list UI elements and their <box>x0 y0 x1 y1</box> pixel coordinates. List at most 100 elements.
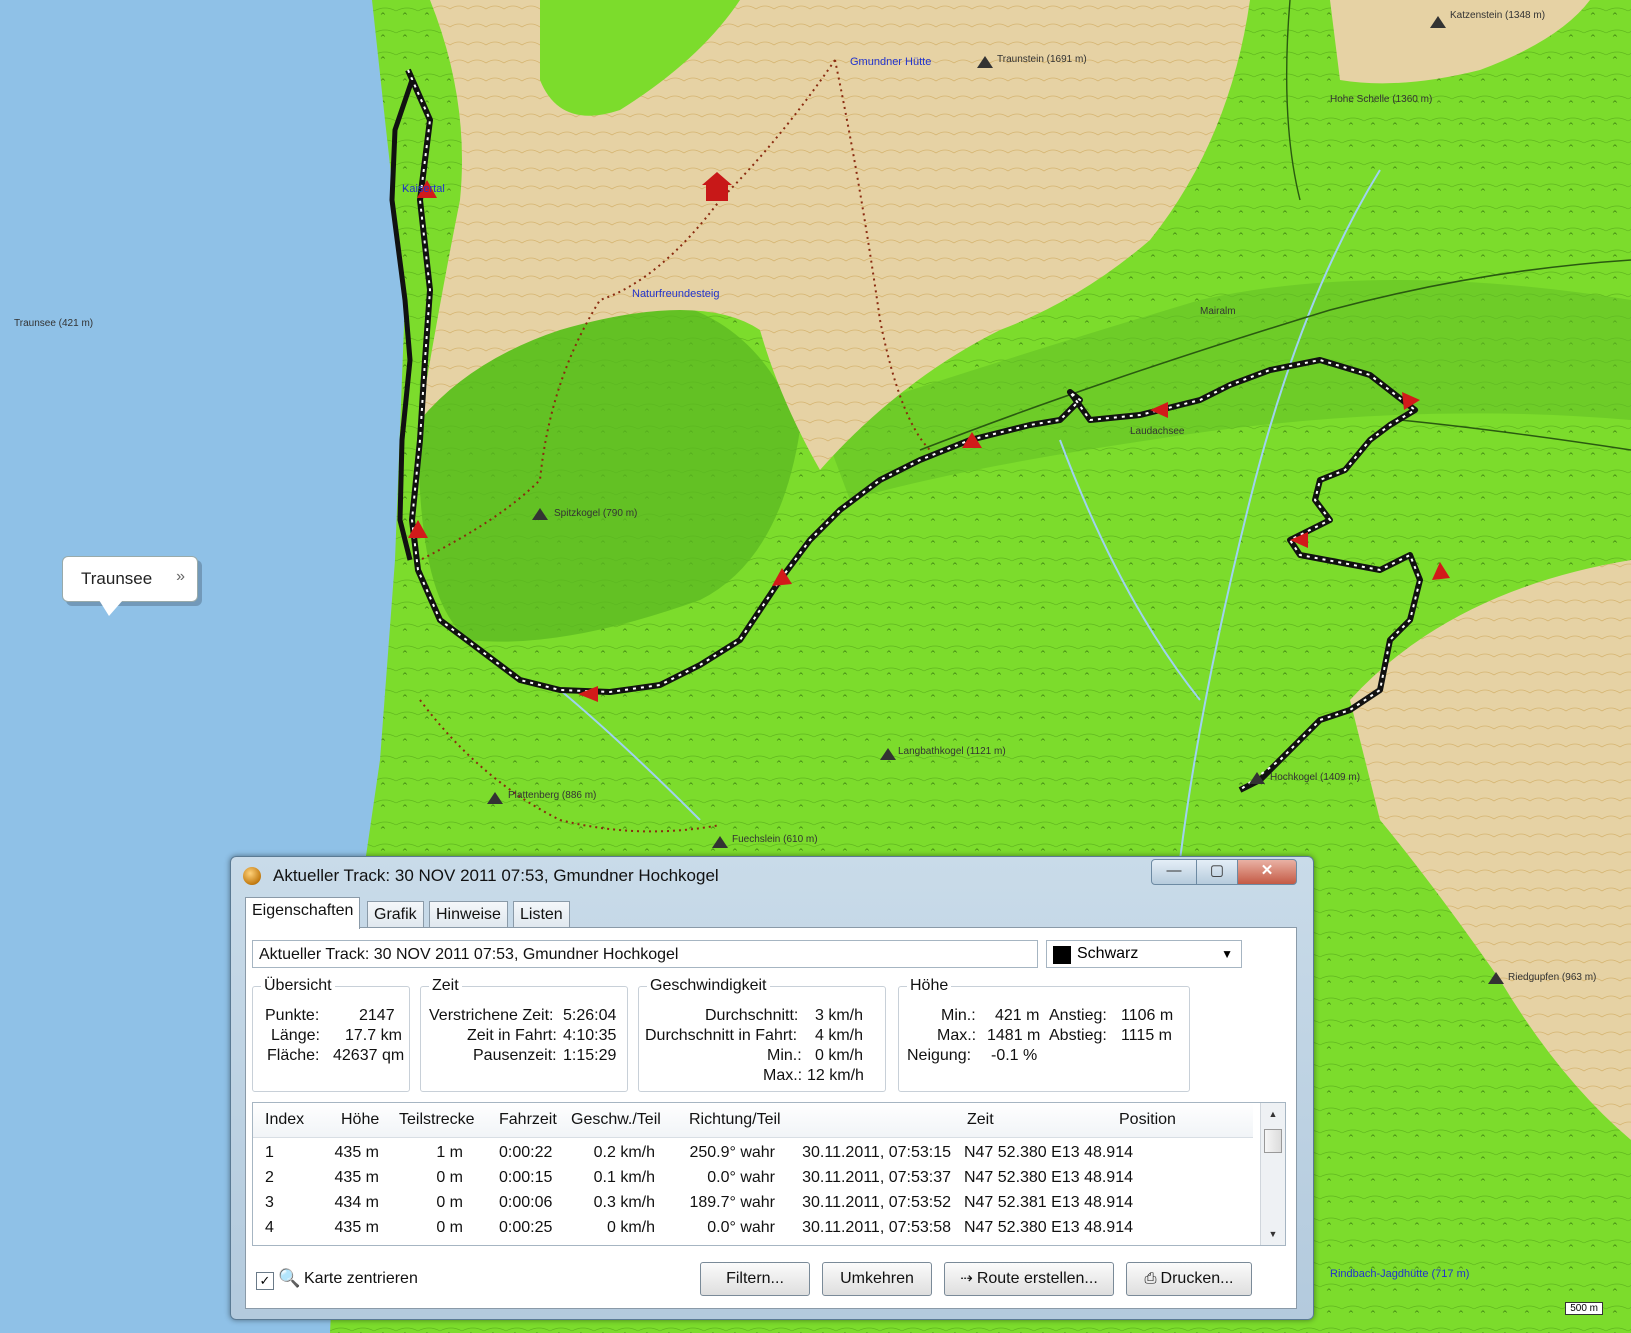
callout-label: Traunsee <box>81 569 153 588</box>
route-icon: ⇢ <box>960 1270 973 1287</box>
table-cell: 30.11.2011, 07:53:15 <box>802 1144 951 1161</box>
min-speed-value: 0 km/h <box>815 1047 864 1064</box>
table-cell: N47 52.380 E13 48.914 <box>963 1219 1133 1236</box>
table-cell: 3 <box>265 1194 274 1211</box>
tab-grafik[interactable]: Grafik <box>367 901 424 928</box>
dialog-titlebar[interactable]: Aktueller Track: 30 NOV 2011 07:53, Gmun… <box>231 857 1313 893</box>
table-cell: 0:00:15 <box>499 1169 553 1186</box>
table-row[interactable]: 1 435 m 1 m 0:00:22 0.2 km/h 250.9° wahr 30.11… <box>253 1141 1253 1167</box>
overview-group: Übersicht Punkte: 2147 Länge: 17.7 km Fl… <box>252 977 410 1092</box>
peak-label-traunstein: Traunstein (1691 m) <box>997 54 1087 65</box>
place-label-gmundner-huette: Gmundner Hütte <box>850 56 932 68</box>
center-map-label[interactable]: Karte zentrieren <box>304 1270 418 1288</box>
place-label-laudachsee: Laudachsee <box>1130 426 1185 437</box>
table-cell: 250.9° wahr <box>689 1144 775 1161</box>
tab-eigenschaften[interactable]: Eigenschaften <box>245 897 361 929</box>
column-header-speed[interactable]: Geschw./Teil <box>571 1111 661 1129</box>
pause-value: 1:15:29 <box>563 1047 617 1064</box>
table-cell: 435 m <box>334 1219 379 1236</box>
track-name-input[interactable]: Aktueller Track: 30 NOV 2011 07:53, Gmun… <box>252 940 1038 968</box>
chevron-right-icon[interactable]: » <box>176 568 185 586</box>
print-label: Drucken... <box>1160 1270 1234 1287</box>
slope-value: -0.1 % <box>991 1047 1038 1064</box>
moving-time-label: Zeit in Fahrt: <box>467 1027 557 1044</box>
table-cell: 2 <box>265 1169 274 1186</box>
peak-label-langbathkogel: Langbathkogel (1121 m) <box>898 746 1006 757</box>
column-header-moving-time[interactable]: Fahrzeit <box>499 1111 557 1129</box>
table-cell: N47 52.381 E13 48.914 <box>963 1194 1133 1211</box>
minimize-button[interactable]: — <box>1151 859 1197 885</box>
table-cell: N47 52.380 E13 48.914 <box>963 1169 1133 1186</box>
max-speed-value: 12 km/h <box>807 1067 864 1084</box>
create-route-label: Route erstellen... <box>976 1270 1098 1287</box>
column-header-position[interactable]: Position <box>1119 1111 1176 1129</box>
avg-speed-label: Durchschnitt: <box>705 1007 799 1024</box>
ascent-value: 1106 m <box>1121 1007 1174 1024</box>
create-route-button[interactable]: ⇢ Route erstellen... <box>944 1262 1114 1296</box>
tab-listen[interactable]: Listen <box>513 901 570 928</box>
table-header: Index Höhe Teilstrecke Fahrzeit Geschw./… <box>253 1103 1253 1138</box>
elapsed-value: 5:26:04 <box>563 1007 617 1024</box>
table-row[interactable]: 4 435 m 0 m 0:00:25 0 km/h 0.0° wahr 30.11.201… <box>253 1216 1253 1242</box>
callout-tail <box>99 600 123 616</box>
scroll-thumb[interactable] <box>1264 1129 1282 1153</box>
altitude-min-label: Min.: <box>941 1007 976 1024</box>
descent-value: 1115 m <box>1121 1027 1172 1044</box>
time-title: Zeit <box>429 977 462 995</box>
table-cell: 0.0° wahr <box>707 1219 775 1236</box>
points-label: Punkte: <box>265 1007 320 1024</box>
table-cell: 0.3 km/h <box>593 1194 655 1211</box>
tab-hinweise[interactable]: Hinweise <box>429 901 508 928</box>
avg-moving-speed-value: 4 km/h <box>815 1027 864 1044</box>
table-cell: 0:00:25 <box>499 1219 553 1236</box>
length-value: 17.7 km <box>345 1027 402 1044</box>
peak-label-fuechslein: Fuechslein (610 m) <box>732 834 818 845</box>
column-header-direction[interactable]: Richtung/Teil <box>689 1111 781 1129</box>
altitude-title: Höhe <box>907 977 952 995</box>
map-callout-traunsee[interactable]: Traunsee » <box>62 556 198 616</box>
place-label-mairalm: Mairalm <box>1200 306 1236 317</box>
dialog-title: Aktueller Track: 30 NOV 2011 07:53, Gmun… <box>273 866 719 885</box>
table-cell: 0.0° wahr <box>707 1169 775 1186</box>
table-cell: 0:00:22 <box>499 1144 553 1161</box>
close-button[interactable]: ✕ <box>1237 859 1297 885</box>
center-map-checkbox[interactable]: ✓ <box>256 1272 274 1290</box>
color-select-value: Schwarz <box>1077 945 1139 962</box>
area-value: 42637 qm <box>333 1047 405 1064</box>
table-cell: 1 m <box>436 1144 463 1161</box>
altitude-min-value: 421 m <box>995 1007 1040 1024</box>
table-cell: 434 m <box>334 1194 379 1211</box>
speed-title: Geschwindigkeit <box>647 977 770 995</box>
reverse-button[interactable]: Umkehren <box>822 1262 932 1296</box>
time-group: Zeit Verstrichene Zeit: 5:26:04 Zeit in … <box>420 977 628 1092</box>
scroll-down-icon[interactable]: ▼ <box>1261 1225 1285 1243</box>
table-cell: 0 km/h <box>606 1219 655 1236</box>
pause-label: Pausenzeit: <box>473 1047 557 1064</box>
maximize-button[interactable]: ▢ <box>1196 859 1238 885</box>
overview-title: Übersicht <box>261 977 335 995</box>
track-color-select[interactable]: Schwarz ▼ <box>1046 940 1242 968</box>
trackpoint-table[interactable]: Index Höhe Teilstrecke Fahrzeit Geschw./… <box>252 1102 1286 1246</box>
column-header-segment[interactable]: Teilstrecke <box>399 1111 475 1129</box>
slope-label: Neigung: <box>907 1047 972 1064</box>
column-header-time[interactable]: Zeit <box>967 1111 994 1129</box>
table-row[interactable]: 2 435 m 0 m 0:00:15 0.1 km/h 0.0° wahr 30.11.2… <box>253 1166 1253 1192</box>
hut-icon[interactable] <box>706 183 728 201</box>
filter-button[interactable]: Filtern... <box>700 1262 810 1296</box>
table-scrollbar[interactable]: ▲ ▼ <box>1260 1103 1285 1245</box>
column-header-index[interactable]: Index <box>265 1111 304 1129</box>
print-button[interactable]: ⎙ Drucken... <box>1126 1262 1252 1296</box>
avg-speed-value: 3 km/h <box>815 1007 864 1024</box>
map-scale: 500 m <box>1565 1302 1603 1315</box>
scroll-up-icon[interactable]: ▲ <box>1261 1105 1285 1123</box>
chevron-down-icon[interactable]: ▼ <box>1221 941 1233 967</box>
peak-label-spitzkogel: Spitzkogel (790 m) <box>554 508 638 519</box>
peak-label-riedgupfen: Riedgupfen (963 m) <box>1508 972 1597 983</box>
table-cell: 0 m <box>436 1169 463 1186</box>
column-header-altitude[interactable]: Höhe <box>341 1111 379 1129</box>
peak-label-plattenberg: Plattenberg (886 m) <box>508 790 597 801</box>
table-row[interactable]: 3 434 m 0 m 0:00:06 0.3 km/h 189.7° wahr 30.11… <box>253 1191 1253 1217</box>
speed-group: Geschwindigkeit Durchschnitt: 3 km/h Dur… <box>638 977 886 1092</box>
points-value: 2147 <box>359 1007 395 1024</box>
ascent-label: Anstieg: <box>1049 1007 1107 1024</box>
